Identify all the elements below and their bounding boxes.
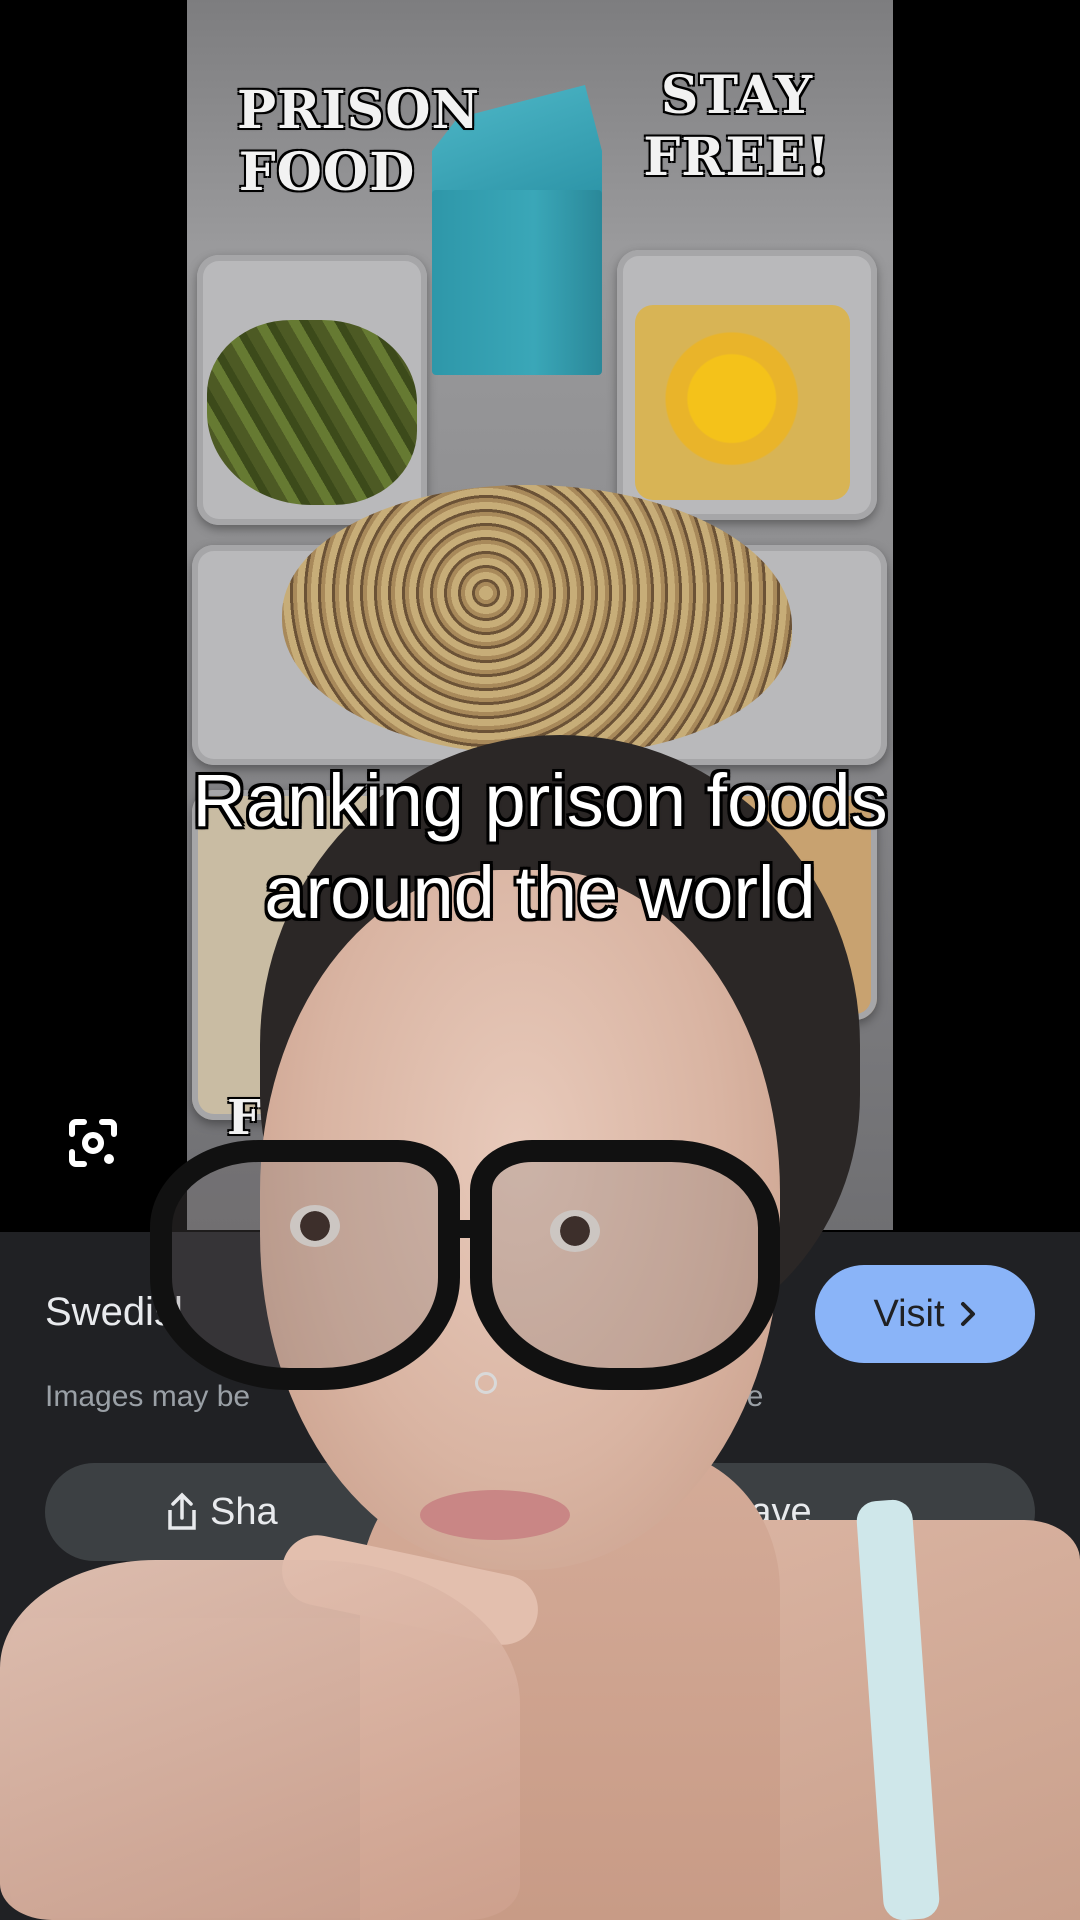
- result-title[interactable]: Swedisl: [45, 1290, 183, 1335]
- prison-food-label: PRISON FOOD: [237, 80, 481, 204]
- green-beans: [207, 320, 417, 505]
- partial-letter-label: F: [227, 1090, 263, 1146]
- share-icon: [168, 1492, 196, 1530]
- related-image-card[interactable]: [10, 1618, 430, 1918]
- prison-food-photo[interactable]: PRISON FOOD STAY FREE! F: [187, 0, 893, 1230]
- share-button[interactable]: Sha: [45, 1463, 515, 1561]
- video-caption: Ranking prison foods around the world: [0, 755, 1080, 939]
- caption-line-1: Ranking prison foods: [192, 759, 888, 842]
- stay-free-label: STAY FREE!: [643, 65, 831, 189]
- save-label: Save: [725, 1490, 812, 1533]
- chevron-right-icon: [960, 1302, 975, 1326]
- peach-slices: [635, 305, 850, 500]
- visit-button[interactable]: Visit: [815, 1265, 1035, 1363]
- macaroni: [282, 485, 792, 755]
- copyright-notice: Images may be: [45, 1380, 251, 1413]
- save-button[interactable]: Save: [565, 1463, 1035, 1561]
- visit-label: Visit: [873, 1292, 945, 1335]
- share-label: Sha: [210, 1490, 278, 1533]
- google-lens-icon[interactable]: [60, 1110, 126, 1176]
- caption-line-2: around the world: [264, 851, 816, 934]
- image-viewer: PRISON FOOD STAY FREE! F: [0, 0, 1080, 1230]
- bookmark-icon: [677, 1494, 703, 1532]
- learn-more-link[interactable]: ore: [720, 1380, 763, 1414]
